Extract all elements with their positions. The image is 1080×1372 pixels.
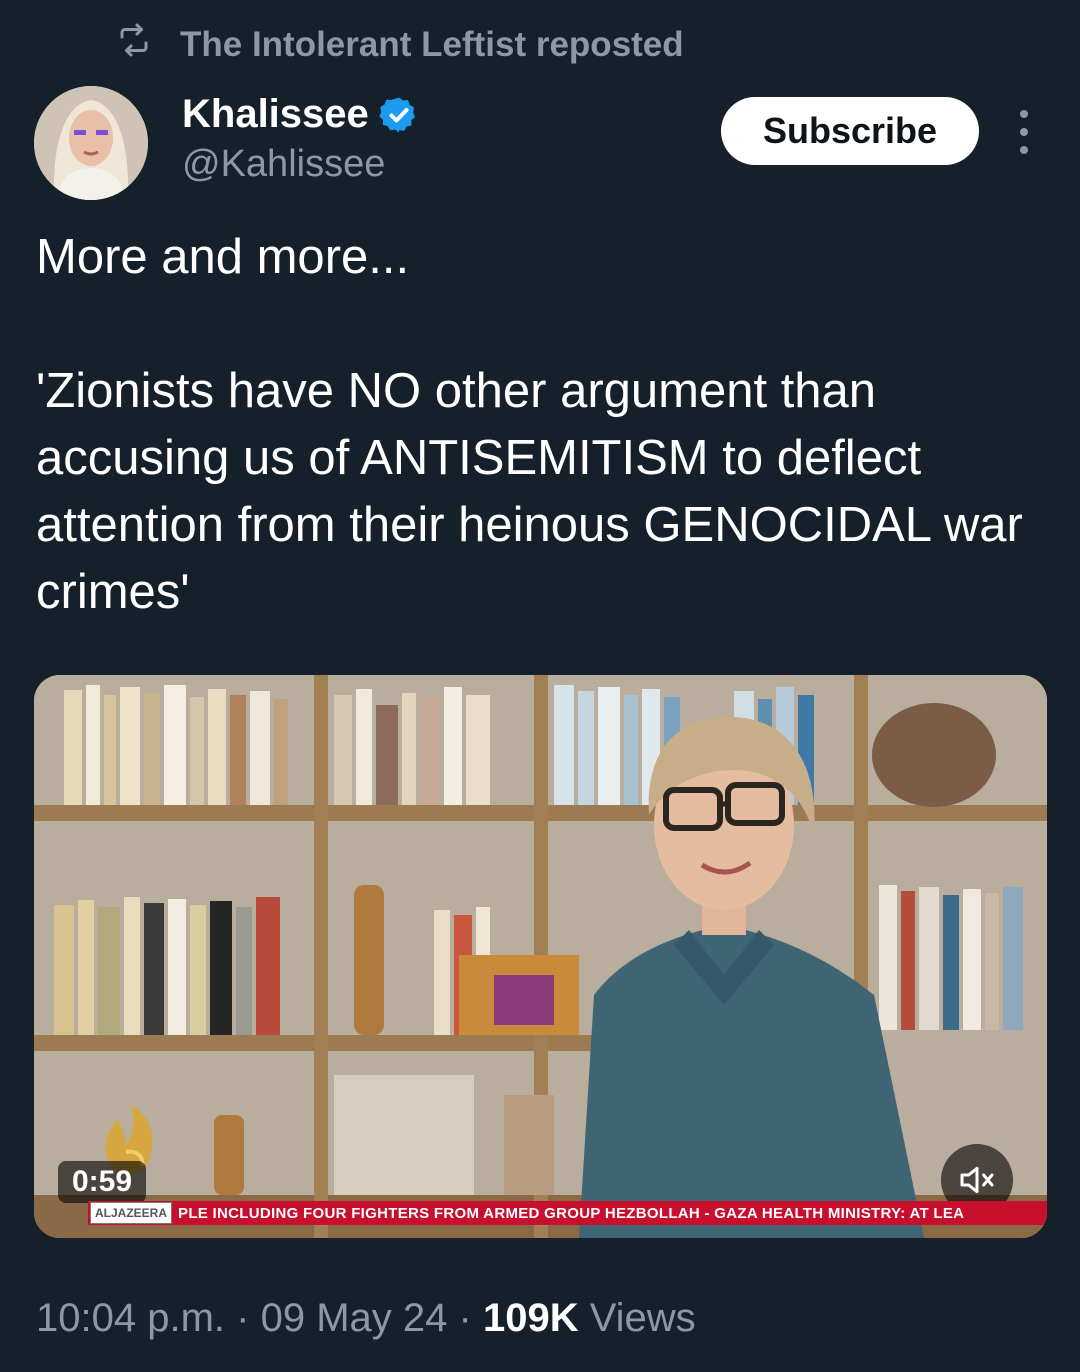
subscribe-button[interactable]: Subscribe bbox=[721, 97, 979, 165]
tweet-line-1: More and more... bbox=[36, 230, 410, 284]
tweet-line-2: 'Zionists have NO other argument than ac… bbox=[36, 364, 1023, 619]
video-player[interactable]: 0:59 ALJAZEERA PLE INCLUDING FOUR FIGHTE… bbox=[34, 675, 1047, 1238]
tweet-text: More and more... 'Zionists have NO other… bbox=[36, 224, 1046, 626]
views-label: Views bbox=[589, 1296, 696, 1340]
video-duration: 0:59 bbox=[58, 1161, 147, 1203]
views-count[interactable]: 109K bbox=[483, 1296, 579, 1340]
more-vertical-icon[interactable] bbox=[1008, 110, 1040, 154]
verified-badge-icon[interactable] bbox=[379, 95, 419, 135]
avatar[interactable] bbox=[34, 86, 148, 200]
repost-header[interactable]: The Intolerant Leftist reposted bbox=[116, 22, 684, 67]
avatar-image bbox=[34, 86, 148, 200]
author-block: Khalissee @Kahlissee bbox=[182, 92, 419, 186]
ticker-brand: ALJAZEERA bbox=[90, 1202, 173, 1224]
ticker-text: PLE INCLUDING FOUR FIGHTERS FROM ARMED G… bbox=[178, 1204, 965, 1222]
display-name[interactable]: Khalissee bbox=[182, 92, 369, 137]
news-ticker: ALJAZEERA PLE INCLUDING FOUR FIGHTERS FR… bbox=[88, 1201, 1047, 1225]
meta-separator: · bbox=[236, 1296, 250, 1340]
tweet-date[interactable]: 09 May 24 bbox=[261, 1296, 448, 1340]
handle[interactable]: @Kahlissee bbox=[182, 143, 419, 186]
repost-icon bbox=[116, 22, 152, 67]
video-frame bbox=[34, 675, 1047, 1238]
tweet-time[interactable]: 10:04 p.m. bbox=[36, 1296, 225, 1340]
tweet-meta: 10:04 p.m. · 09 May 24 · 109K Views bbox=[36, 1296, 696, 1341]
repost-label: The Intolerant Leftist reposted bbox=[180, 24, 684, 64]
meta-separator: · bbox=[458, 1296, 472, 1340]
